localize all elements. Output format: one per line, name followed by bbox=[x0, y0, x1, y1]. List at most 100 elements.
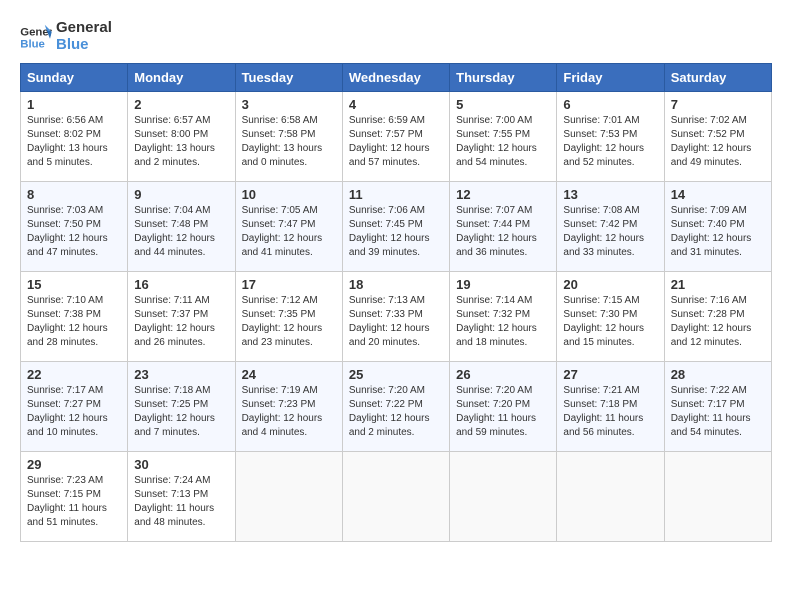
calendar-cell: 16 Sunrise: 7:11 AMSunset: 7:37 PMDayligh… bbox=[128, 272, 235, 362]
calendar-cell: 5 Sunrise: 7:00 AMSunset: 7:55 PMDaylight… bbox=[450, 92, 557, 182]
day-info: Sunrise: 7:20 AMSunset: 7:22 PMDaylight:… bbox=[349, 384, 443, 440]
day-info: Sunrise: 7:23 AMSunset: 7:15 PMDaylight:… bbox=[27, 474, 121, 530]
calendar-cell: 14 Sunrise: 7:09 AMSunset: 7:40 PMDayligh… bbox=[664, 182, 771, 272]
logo-general: General bbox=[56, 20, 112, 37]
calendar-cell: 12 Sunrise: 7:07 AMSunset: 7:44 PMDayligh… bbox=[450, 182, 557, 272]
day-info: Sunrise: 6:56 AMSunset: 8:02 PMDaylight:… bbox=[27, 114, 121, 170]
day-info: Sunrise: 7:03 AMSunset: 7:50 PMDaylight:… bbox=[27, 204, 121, 260]
calendar-cell: 21 Sunrise: 7:16 AMSunset: 7:28 PMDayligh… bbox=[664, 272, 771, 362]
day-info: Sunrise: 7:21 AMSunset: 7:18 PMDaylight:… bbox=[563, 384, 657, 440]
day-info: Sunrise: 7:11 AMSunset: 7:37 PMDaylight:… bbox=[134, 294, 228, 350]
day-number: 27 bbox=[563, 367, 657, 382]
day-number: 19 bbox=[456, 277, 550, 292]
calendar-cell: 27 Sunrise: 7:21 AMSunset: 7:18 PMDayligh… bbox=[557, 362, 664, 452]
calendar-cell: 13Sunrise: 7:08 AMSunset: 7:42 PMDayligh… bbox=[557, 182, 664, 272]
calendar-cell: 3Sunrise: 6:58 AMSunset: 7:58 PMDaylight… bbox=[235, 92, 342, 182]
day-info: Sunrise: 7:12 AMSunset: 7:35 PMDaylight:… bbox=[242, 294, 336, 350]
calendar-cell bbox=[557, 452, 664, 542]
calendar-cell: 11 Sunrise: 7:06 AMSunset: 7:45 PMDayligh… bbox=[342, 182, 449, 272]
day-number: 28 bbox=[671, 367, 765, 382]
day-info: Sunrise: 7:02 AMSunset: 7:52 PMDaylight:… bbox=[671, 114, 765, 170]
day-info: Sunrise: 6:57 AMSunset: 8:00 PMDaylight:… bbox=[134, 114, 228, 170]
calendar-cell: 2 Sunrise: 6:57 AMSunset: 8:00 PMDaylight… bbox=[128, 92, 235, 182]
calendar-cell: 26 Sunrise: 7:20 AMSunset: 7:20 PMDayligh… bbox=[450, 362, 557, 452]
day-info: Sunrise: 6:59 AMSunset: 7:57 PMDaylight:… bbox=[349, 114, 443, 170]
day-number: 9 bbox=[134, 187, 228, 202]
day-number: 11 bbox=[349, 187, 443, 202]
day-number: 24 bbox=[242, 367, 336, 382]
day-info: Sunrise: 7:09 AMSunset: 7:40 PMDaylight:… bbox=[671, 204, 765, 260]
day-number: 20 bbox=[563, 277, 657, 292]
calendar-cell bbox=[235, 452, 342, 542]
day-number: 25 bbox=[349, 367, 443, 382]
calendar-cell: 22Sunrise: 7:17 AMSunset: 7:27 PMDayligh… bbox=[21, 362, 128, 452]
calendar-cell: 23Sunrise: 7:18 AMSunset: 7:25 PMDayligh… bbox=[128, 362, 235, 452]
calendar-cell bbox=[450, 452, 557, 542]
col-header-friday: Friday bbox=[557, 64, 664, 92]
calendar-cell: 19 Sunrise: 7:14 AMSunset: 7:32 PMDayligh… bbox=[450, 272, 557, 362]
calendar-cell: 8 Sunrise: 7:03 AMSunset: 7:50 PMDaylight… bbox=[21, 182, 128, 272]
col-header-tuesday: Tuesday bbox=[235, 64, 342, 92]
day-number: 8 bbox=[27, 187, 121, 202]
day-number: 4 bbox=[349, 97, 443, 112]
calendar-cell: 1Sunrise: 6:56 AMSunset: 8:02 PMDaylight… bbox=[21, 92, 128, 182]
calendar-cell: 24 Sunrise: 7:19 AMSunset: 7:23 PMDayligh… bbox=[235, 362, 342, 452]
day-info: Sunrise: 7:06 AMSunset: 7:45 PMDaylight:… bbox=[349, 204, 443, 260]
calendar-cell: 28 Sunrise: 7:22 AMSunset: 7:17 PMDayligh… bbox=[664, 362, 771, 452]
day-info: Sunrise: 7:20 AMSunset: 7:20 PMDaylight:… bbox=[456, 384, 550, 440]
logo-blue: Blue bbox=[56, 37, 112, 54]
logo: General Blue General Blue bbox=[20, 20, 112, 53]
col-header-sunday: Sunday bbox=[21, 64, 128, 92]
calendar-cell: 17 Sunrise: 7:12 AMSunset: 7:35 PMDayligh… bbox=[235, 272, 342, 362]
calendar-cell bbox=[342, 452, 449, 542]
day-number: 21 bbox=[671, 277, 765, 292]
calendar-cell: 15 Sunrise: 7:10 AMSunset: 7:38 PMDayligh… bbox=[21, 272, 128, 362]
day-number: 6 bbox=[563, 97, 657, 112]
calendar-cell bbox=[664, 452, 771, 542]
calendar-cell: 20 Sunrise: 7:15 AMSunset: 7:30 PMDayligh… bbox=[557, 272, 664, 362]
day-info: Sunrise: 7:13 AMSunset: 7:33 PMDaylight:… bbox=[349, 294, 443, 350]
day-number: 10 bbox=[242, 187, 336, 202]
day-number: 14 bbox=[671, 187, 765, 202]
day-number: 7 bbox=[671, 97, 765, 112]
calendar-table: SundayMondayTuesdayWednesdayThursdayFrid… bbox=[20, 63, 772, 542]
logo-icon: General Blue bbox=[20, 23, 52, 51]
day-number: 3 bbox=[242, 97, 336, 112]
day-info: Sunrise: 7:16 AMSunset: 7:28 PMDaylight:… bbox=[671, 294, 765, 350]
day-number: 23 bbox=[134, 367, 228, 382]
day-info: Sunrise: 7:04 AMSunset: 7:48 PMDaylight:… bbox=[134, 204, 228, 260]
calendar-cell: 4 Sunrise: 6:59 AMSunset: 7:57 PMDaylight… bbox=[342, 92, 449, 182]
day-info: Sunrise: 7:07 AMSunset: 7:44 PMDaylight:… bbox=[456, 204, 550, 260]
day-info: Sunrise: 7:01 AMSunset: 7:53 PMDaylight:… bbox=[563, 114, 657, 170]
day-number: 26 bbox=[456, 367, 550, 382]
day-info: Sunrise: 7:24 AMSunset: 7:13 PMDaylight:… bbox=[134, 474, 228, 530]
week-row-3: 15 Sunrise: 7:10 AMSunset: 7:38 PMDayligh… bbox=[21, 272, 772, 362]
day-number: 30 bbox=[134, 457, 228, 472]
day-info: Sunrise: 7:05 AMSunset: 7:47 PMDaylight:… bbox=[242, 204, 336, 260]
page-header: General Blue General Blue bbox=[20, 20, 772, 53]
day-number: 15 bbox=[27, 277, 121, 292]
calendar-cell: 29Sunrise: 7:23 AMSunset: 7:15 PMDayligh… bbox=[21, 452, 128, 542]
svg-text:Blue: Blue bbox=[20, 38, 45, 50]
header-row: SundayMondayTuesdayWednesdayThursdayFrid… bbox=[21, 64, 772, 92]
day-info: Sunrise: 7:19 AMSunset: 7:23 PMDaylight:… bbox=[242, 384, 336, 440]
day-number: 16 bbox=[134, 277, 228, 292]
day-info: Sunrise: 7:14 AMSunset: 7:32 PMDaylight:… bbox=[456, 294, 550, 350]
day-info: Sunrise: 7:22 AMSunset: 7:17 PMDaylight:… bbox=[671, 384, 765, 440]
day-info: Sunrise: 7:08 AMSunset: 7:42 PMDaylight:… bbox=[563, 204, 657, 260]
day-number: 12 bbox=[456, 187, 550, 202]
day-info: Sunrise: 7:00 AMSunset: 7:55 PMDaylight:… bbox=[456, 114, 550, 170]
col-header-saturday: Saturday bbox=[664, 64, 771, 92]
calendar-cell: 30 Sunrise: 7:24 AMSunset: 7:13 PMDayligh… bbox=[128, 452, 235, 542]
col-header-thursday: Thursday bbox=[450, 64, 557, 92]
day-number: 17 bbox=[242, 277, 336, 292]
calendar-cell: 18 Sunrise: 7:13 AMSunset: 7:33 PMDayligh… bbox=[342, 272, 449, 362]
day-number: 2 bbox=[134, 97, 228, 112]
day-number: 18 bbox=[349, 277, 443, 292]
day-number: 5 bbox=[456, 97, 550, 112]
calendar-cell: 6 Sunrise: 7:01 AMSunset: 7:53 PMDaylight… bbox=[557, 92, 664, 182]
day-info: Sunrise: 7:10 AMSunset: 7:38 PMDaylight:… bbox=[27, 294, 121, 350]
col-header-wednesday: Wednesday bbox=[342, 64, 449, 92]
calendar-cell: 25 Sunrise: 7:20 AMSunset: 7:22 PMDayligh… bbox=[342, 362, 449, 452]
day-info: Sunrise: 7:15 AMSunset: 7:30 PMDaylight:… bbox=[563, 294, 657, 350]
